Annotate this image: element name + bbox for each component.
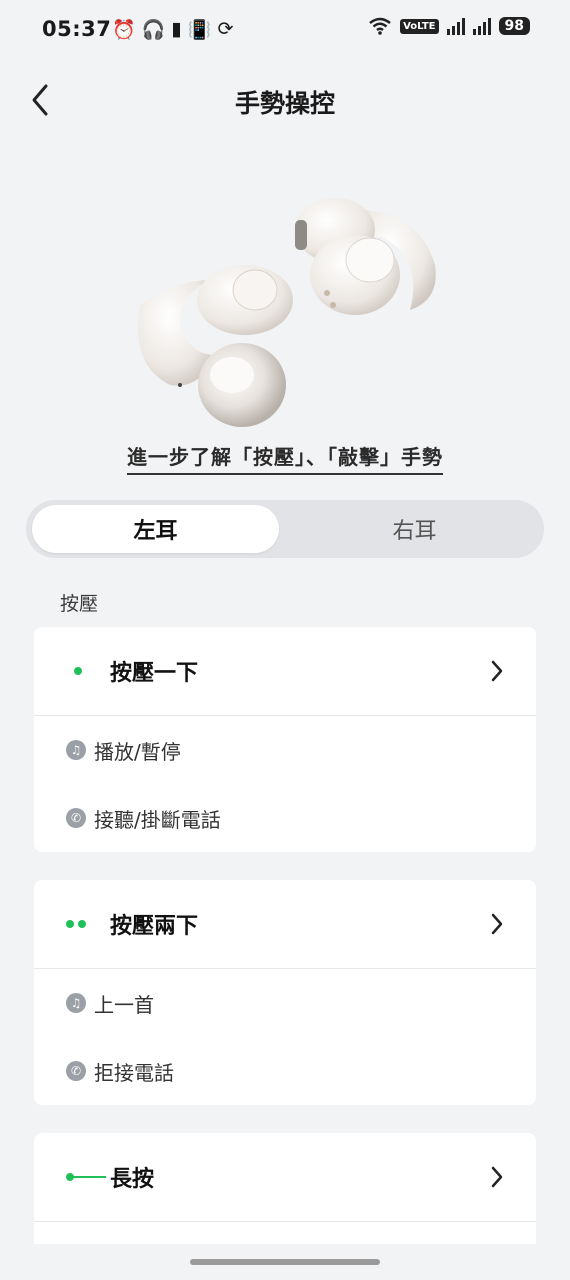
sync-icon: ⟳: [217, 18, 234, 40]
tab-right-ear[interactable]: 右耳: [291, 505, 538, 553]
volte-badge: VoLTE: [400, 18, 439, 34]
status-time: 05:37: [42, 17, 112, 41]
chevron-right-icon: [491, 913, 503, 935]
chevron-right-icon: [491, 1166, 503, 1188]
battery-small-icon: ▮: [171, 18, 182, 40]
status-bar: 05:37 ⏰ 🎧 ▮ 📳 ⟳ VoLTE 98: [0, 0, 570, 62]
tab-left-ear[interactable]: 左耳: [32, 505, 279, 553]
phone-icon: ✆: [66, 1061, 86, 1081]
wifi-icon: [369, 17, 391, 35]
section-label: 按壓: [60, 593, 99, 615]
app-header: 手勢操控: [0, 62, 570, 142]
signal-icon: [446, 17, 465, 35]
list-item: ✆ 拒接電話: [34, 1037, 536, 1105]
card-title: 按壓一下: [110, 661, 199, 686]
signal-roaming-icon: [472, 17, 491, 35]
long-press-indicator-icon: [66, 1173, 106, 1181]
headphones-icon: 🎧: [141, 19, 166, 41]
vibrate-icon: 📳: [187, 19, 212, 41]
earbuds-image: [138, 198, 436, 427]
page-title: 手勢操控: [234, 89, 335, 118]
double-press-indicator-icon: [66, 920, 86, 928]
single-press-indicator-icon: [74, 667, 82, 675]
card-title: 按壓兩下: [110, 914, 199, 939]
alarm-icon: ⏰: [112, 19, 136, 41]
status-right: VoLTE 98: [368, 17, 530, 35]
card-header[interactable]: 長按: [34, 1133, 536, 1222]
action-label: 上一首: [94, 992, 154, 1017]
phone-icon: ✆: [66, 808, 86, 828]
music-note-icon: ♫: [66, 993, 86, 1013]
chevron-right-icon: [491, 660, 503, 682]
action-label: 接聽/掛斷電話: [94, 807, 221, 832]
learn-more-link-wrap: 進一步了解「按壓」、「敲擊」手勢: [0, 441, 570, 475]
list-item: ♫ 上一首: [34, 969, 536, 1037]
gesture-card-single-press: 按壓一下 ♫ 播放/暫停 ✆ 接聽/掛斷電話: [34, 627, 536, 852]
action-label: 播放/暫停: [94, 739, 181, 764]
music-note-icon: ♫: [66, 740, 86, 760]
card-header[interactable]: 按壓兩下: [34, 880, 536, 969]
action-label: 拒接電話: [94, 1060, 174, 1085]
list-item: ✆ 接聽/掛斷電話: [34, 784, 536, 852]
card-header[interactable]: 按壓一下: [34, 627, 536, 716]
list-item: ♫ 播放/暫停: [34, 716, 536, 784]
card-title: 長按: [110, 1167, 155, 1192]
gesture-card-double-press: 按壓兩下 ♫ 上一首 ✆ 拒接電話: [34, 880, 536, 1105]
battery-indicator: 98: [498, 17, 530, 35]
learn-more-link[interactable]: 進一步了解「按壓」、「敲擊」手勢: [127, 445, 443, 475]
ear-selector: 左耳 右耳: [26, 500, 544, 558]
status-left-icons: ⏰ 🎧 ▮ 📳 ⟳: [112, 18, 233, 41]
home-indicator[interactable]: [190, 1259, 380, 1265]
